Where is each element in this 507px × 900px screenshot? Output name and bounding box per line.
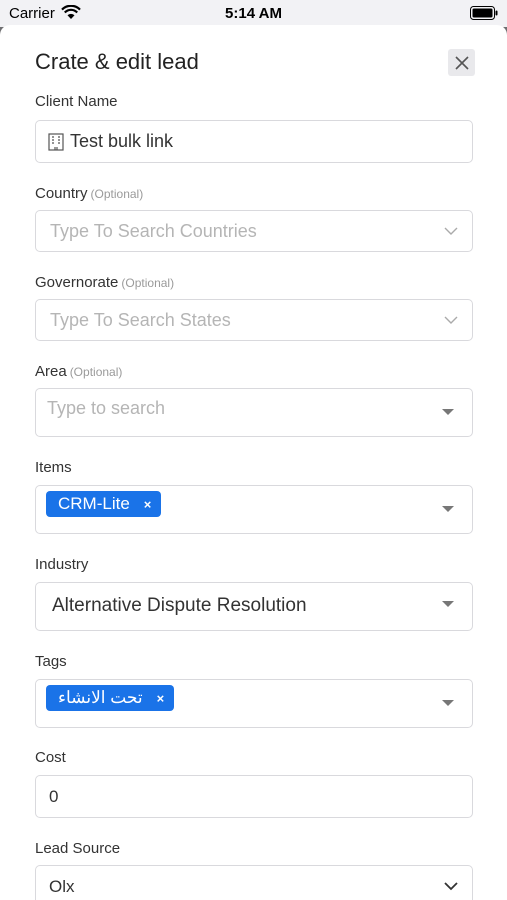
- governorate-placeholder: Type To Search States: [50, 310, 231, 330]
- items-select[interactable]: CRM-Lite ×: [35, 485, 473, 534]
- governorate-select[interactable]: Type To Search States: [35, 299, 473, 341]
- building-icon: [48, 133, 64, 151]
- country-label: Country (Optional): [35, 185, 143, 202]
- cost-input[interactable]: 0: [35, 775, 473, 818]
- items-label-text: Items: [35, 459, 72, 476]
- item-chip-label: CRM-Lite: [58, 494, 130, 513]
- item-chip: CRM-Lite ×: [46, 491, 162, 517]
- tag-chip-label: تحت الانشاء: [58, 688, 143, 707]
- industry-label: Industry: [35, 556, 88, 573]
- tags-select[interactable]: تحت الانشاء ×: [35, 679, 473, 728]
- governorate-label-text: Governorate: [35, 274, 119, 291]
- dropdown-arrow-icon: [442, 506, 454, 512]
- country-optional-note: (Optional): [90, 187, 144, 201]
- tags-label-text: Tags: [35, 653, 67, 670]
- area-optional-note: (Optional): [69, 365, 123, 379]
- tags-label: Tags: [35, 653, 67, 670]
- country-select[interactable]: Type To Search Countries: [35, 210, 473, 252]
- dropdown-arrow-icon: [442, 700, 454, 706]
- governorate-label: Governorate (Optional): [35, 274, 174, 291]
- country-label-text: Country: [35, 185, 88, 202]
- chevron-down-icon: [444, 316, 458, 324]
- close-button[interactable]: [448, 49, 475, 76]
- client-name-label: Client Name: [35, 93, 118, 110]
- chevron-down-icon: [444, 227, 458, 235]
- lead-source-select[interactable]: Olx: [35, 865, 473, 900]
- area-label: Area (Optional): [35, 363, 122, 380]
- client-name-label-text: Client Name: [35, 93, 118, 110]
- area-select[interactable]: Type to search: [35, 388, 473, 437]
- client-name-field[interactable]: Test bulk link: [35, 120, 473, 163]
- battery-icon: [470, 6, 498, 20]
- country-placeholder: Type To Search Countries: [50, 221, 257, 241]
- chevron-down-icon: [444, 882, 458, 891]
- cost-label: Cost: [35, 749, 66, 766]
- lead-form-sheet: Crate & edit lead Client Name Test bulk …: [0, 25, 507, 900]
- chip-remove-button[interactable]: ×: [157, 691, 165, 706]
- lead-source-value: Olx: [49, 877, 75, 896]
- industry-label-text: Industry: [35, 556, 89, 573]
- industry-select[interactable]: Alternative Dispute Resolution: [35, 582, 473, 631]
- dropdown-arrow-icon: [442, 409, 454, 415]
- chip-remove-button[interactable]: ×: [144, 497, 152, 512]
- dropdown-arrow-icon: [442, 601, 454, 607]
- dialog-title: Crate & edit lead: [35, 49, 199, 74]
- governorate-optional-note: (Optional): [121, 276, 175, 290]
- tag-chip: تحت الانشاء ×: [46, 685, 175, 711]
- lead-source-label-text: Lead Source: [35, 840, 121, 857]
- status-bar: Carrier 5:14 AM: [0, 0, 507, 27]
- cost-value: 0: [49, 787, 59, 806]
- area-label-text: Area: [35, 363, 67, 380]
- industry-value: Alternative Dispute Resolution: [52, 595, 307, 616]
- area-placeholder: Type to search: [47, 398, 166, 418]
- lead-source-label: Lead Source: [35, 840, 120, 857]
- cost-label-text: Cost: [35, 749, 66, 766]
- close-icon: [454, 55, 469, 70]
- clock: 5:14 AM: [225, 5, 282, 22]
- items-label: Items: [35, 459, 72, 476]
- client-name-value: Test bulk link: [70, 131, 174, 151]
